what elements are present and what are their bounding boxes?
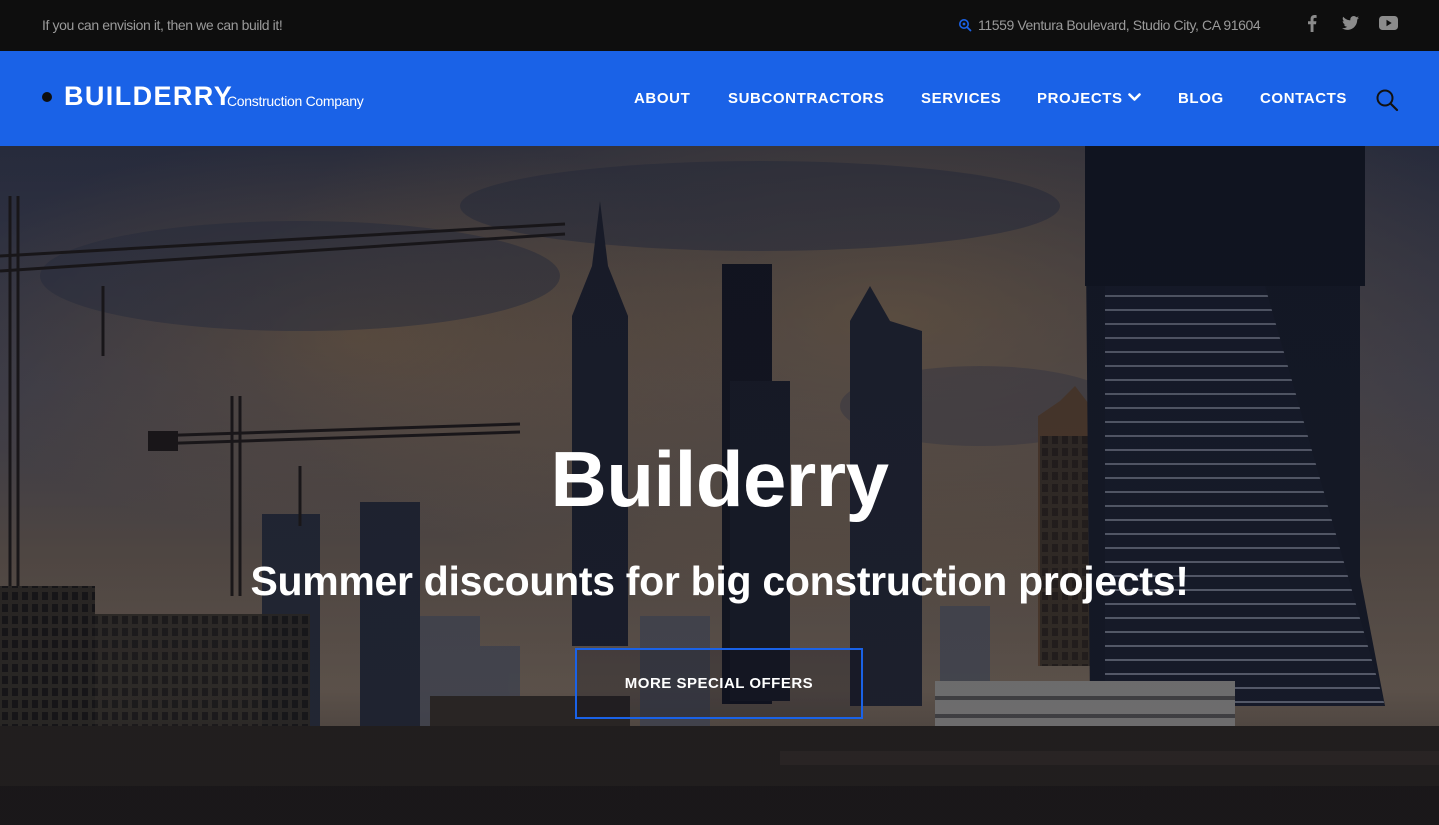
youtube-icon[interactable] — [1378, 13, 1398, 33]
nav-item-projects-label: PROJECTS — [1037, 90, 1123, 107]
hero-subtitle: Summer discounts for big construction pr… — [250, 558, 1189, 604]
chevron-down-icon — [1127, 89, 1141, 106]
nav-item-blog[interactable]: BLOG — [1178, 90, 1224, 107]
nav-item-about[interactable]: ABOUT — [634, 90, 690, 107]
facebook-icon[interactable] — [1302, 13, 1322, 33]
top-bar: If you can envision it, then we can buil… — [0, 0, 1439, 51]
logo-dot — [42, 92, 52, 102]
nav-item-contacts[interactable]: CONTACTS — [1260, 90, 1347, 107]
nav-item-services[interactable]: SERVICES — [921, 90, 1001, 107]
address: 11559 Ventura Boulevard, Studio City, CA… — [958, 17, 1261, 33]
tagline: If you can envision it, then we can buil… — [42, 17, 283, 33]
hero-section: Builderry Summer discounts for big const… — [0, 146, 1439, 825]
logo-brand-name[interactable]: BUILDERRY — [64, 81, 233, 112]
main-navigation: BUILDERRY Construction Company ABOUT SUB… — [0, 51, 1439, 146]
map-pin-icon — [958, 18, 972, 32]
logo-subtitle: Construction Company — [227, 93, 364, 109]
more-special-offers-button[interactable]: MORE SPECIAL OFFERS — [575, 648, 863, 719]
nav-item-subcontractors[interactable]: SUBCONTRACTORS — [728, 90, 884, 107]
nav-item-projects[interactable]: PROJECTS — [1037, 90, 1141, 107]
address-text: 11559 Ventura Boulevard, Studio City, CA… — [978, 17, 1261, 33]
hero-title: Builderry — [550, 435, 889, 523]
search-icon[interactable] — [1375, 88, 1399, 112]
twitter-icon[interactable] — [1340, 13, 1360, 33]
